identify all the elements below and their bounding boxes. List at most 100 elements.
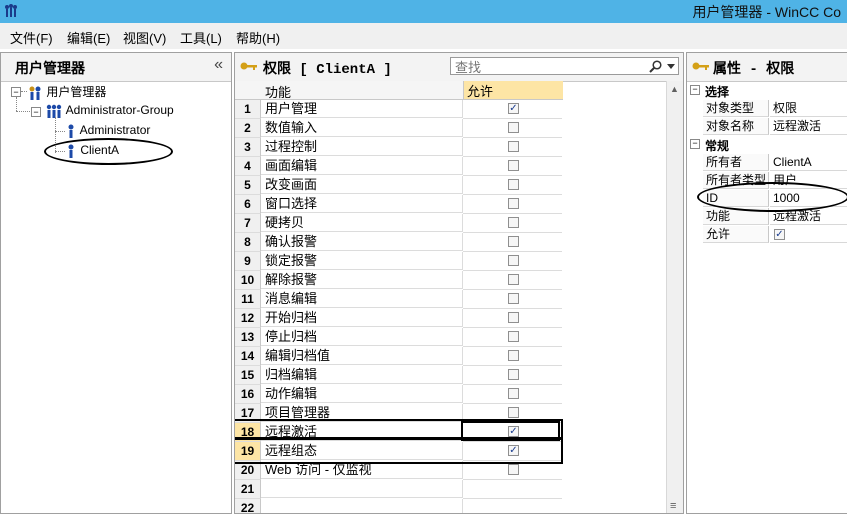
permission-name: 窗口选择 [261, 195, 463, 213]
permissions-scrollbar[interactable]: ▲ ≡ [666, 81, 683, 513]
allow-checkbox[interactable] [508, 179, 519, 190]
permission-name: 编辑归档值 [261, 347, 463, 365]
collapse-section-icon[interactable]: − [690, 85, 700, 95]
allow-checkbox[interactable]: ✓ [774, 229, 785, 240]
table-row[interactable]: 6 窗口选择 [235, 195, 563, 214]
column-header-allow-label: 允许 [467, 84, 494, 99]
allow-checkbox[interactable] [508, 236, 519, 247]
prop-key: 对象名称 [703, 118, 769, 135]
collapse-icon[interactable]: « [214, 56, 223, 74]
prop-row-allow[interactable]: 允许 ✓ [703, 226, 847, 244]
table-row[interactable]: 11 消息编辑 [235, 290, 563, 309]
allow-cell [463, 271, 562, 290]
allow-checkbox[interactable] [508, 312, 519, 323]
prop-key: 所有者 [703, 154, 769, 171]
permission-name: 用户管理 [261, 100, 463, 118]
table-row[interactable]: 8 确认报警 [235, 233, 563, 252]
tree-node-group[interactable]: Administrator-Group [45, 103, 174, 119]
table-row[interactable]: 10 解除报警 [235, 271, 563, 290]
search-input[interactable] [452, 58, 647, 76]
table-row[interactable]: 3 过程控制 [235, 138, 563, 157]
row-number: 6 [235, 195, 261, 214]
properties-panel-header: 属性 - 权限 [687, 53, 847, 82]
menu-view[interactable]: 视图(V) [123, 28, 166, 47]
allow-checkbox[interactable] [508, 331, 519, 342]
column-header-function[interactable]: 功能 [265, 82, 461, 100]
table-row[interactable]: 1 用户管理 ✓ [235, 100, 563, 119]
collapse-section-icon[interactable]: − [690, 139, 700, 149]
search-icon[interactable] [649, 60, 662, 73]
scroll-up-icon[interactable]: ▲ [670, 84, 679, 94]
table-row[interactable]: 16 动作编辑 [235, 385, 563, 404]
prop-row-owner[interactable]: 所有者 ClientA [703, 154, 847, 172]
row-number: 11 [235, 290, 261, 309]
row-number: 21 [235, 480, 261, 499]
allow-checkbox[interactable] [508, 407, 519, 418]
allow-checkbox[interactable] [508, 388, 519, 399]
allow-checkbox[interactable]: ✓ [508, 103, 519, 114]
tree-node-administrator[interactable]: Administrator [65, 123, 150, 139]
table-row[interactable]: 12 开始归档 [235, 309, 563, 328]
search-box [450, 57, 679, 76]
allow-checkbox[interactable] [508, 293, 519, 304]
allow-checkbox[interactable] [508, 217, 519, 228]
menu-help[interactable]: 帮助(H) [236, 28, 280, 47]
tree-node-root[interactable]: 用户管理器 [27, 83, 106, 101]
allow-checkbox[interactable] [508, 122, 519, 133]
permission-name: 消息编辑 [261, 290, 463, 308]
table-row[interactable]: 7 硬拷贝 [235, 214, 563, 233]
row-number: 14 [235, 347, 261, 366]
allow-cell [463, 385, 562, 404]
prop-section-selection[interactable]: − 选择 [687, 82, 847, 99]
scroll-grip-icon[interactable]: ≡ [670, 500, 676, 512]
tree-node-administrator-label: Administrator [79, 123, 151, 138]
allow-checkbox[interactable] [508, 198, 519, 209]
table-row[interactable]: 5 改变画面 [235, 176, 563, 195]
annotation-ellipse-id [697, 182, 847, 212]
prop-row-object-name[interactable]: 对象名称 远程激活 [703, 118, 847, 136]
permission-name: 硬拷贝 [261, 214, 463, 232]
table-row[interactable]: 22 [235, 499, 563, 513]
permission-name [261, 499, 463, 513]
table-row[interactable]: 4 画面编辑 [235, 157, 563, 176]
table-row[interactable]: 2 数值输入 [235, 119, 563, 138]
prop-value: 权限 [770, 100, 847, 117]
allow-checkbox[interactable] [508, 369, 519, 380]
allow-checkbox[interactable] [508, 160, 519, 171]
user-group-icon [46, 104, 62, 118]
prop-section-general[interactable]: − 常规 [687, 136, 847, 153]
key-icon [692, 62, 709, 70]
table-row[interactable]: 21 [235, 480, 563, 499]
permission-name: 数值输入 [261, 119, 463, 137]
tree-expander-root[interactable]: − [11, 87, 21, 97]
permission-name: 确认报警 [261, 233, 463, 251]
table-row[interactable]: 15 归档编辑 [235, 366, 563, 385]
allow-checkbox[interactable] [508, 255, 519, 266]
annotation-ellipse-clienta [44, 138, 173, 165]
menu-edit[interactable]: 编辑(E) [67, 28, 110, 47]
prop-row-object-type[interactable]: 对象类型 权限 [703, 100, 847, 118]
row-number: 12 [235, 309, 261, 328]
permission-name: 解除报警 [261, 271, 463, 289]
menu-tools[interactable]: 工具(L) [180, 28, 222, 47]
table-row[interactable]: 14 编辑归档值 [235, 347, 563, 366]
row-number: 4 [235, 157, 261, 176]
allow-checkbox[interactable] [508, 274, 519, 285]
dropdown-icon[interactable] [667, 64, 675, 69]
table-row[interactable]: 9 锁定报警 [235, 252, 563, 271]
allow-checkbox[interactable] [508, 141, 519, 152]
app-icon [5, 4, 17, 17]
allow-checkbox[interactable] [508, 464, 519, 475]
menu-bar: 文件(F) 编辑(E) 视图(V) 工具(L) 帮助(H) [0, 23, 847, 49]
allow-checkbox[interactable] [508, 350, 519, 361]
column-header-allow[interactable]: 允许 [463, 81, 563, 99]
row-number: 8 [235, 233, 261, 252]
row-number: 16 [235, 385, 261, 404]
menu-file[interactable]: 文件(F) [10, 28, 53, 47]
allow-cell [463, 328, 562, 347]
permission-name: 开始归档 [261, 309, 463, 327]
table-row[interactable]: 13 停止归档 [235, 328, 563, 347]
prop-value: 远程激活 [770, 118, 847, 135]
tree-expander-group[interactable]: − [31, 107, 41, 117]
permissions-panel-header: 权限 [ ClientA ] [235, 53, 683, 82]
